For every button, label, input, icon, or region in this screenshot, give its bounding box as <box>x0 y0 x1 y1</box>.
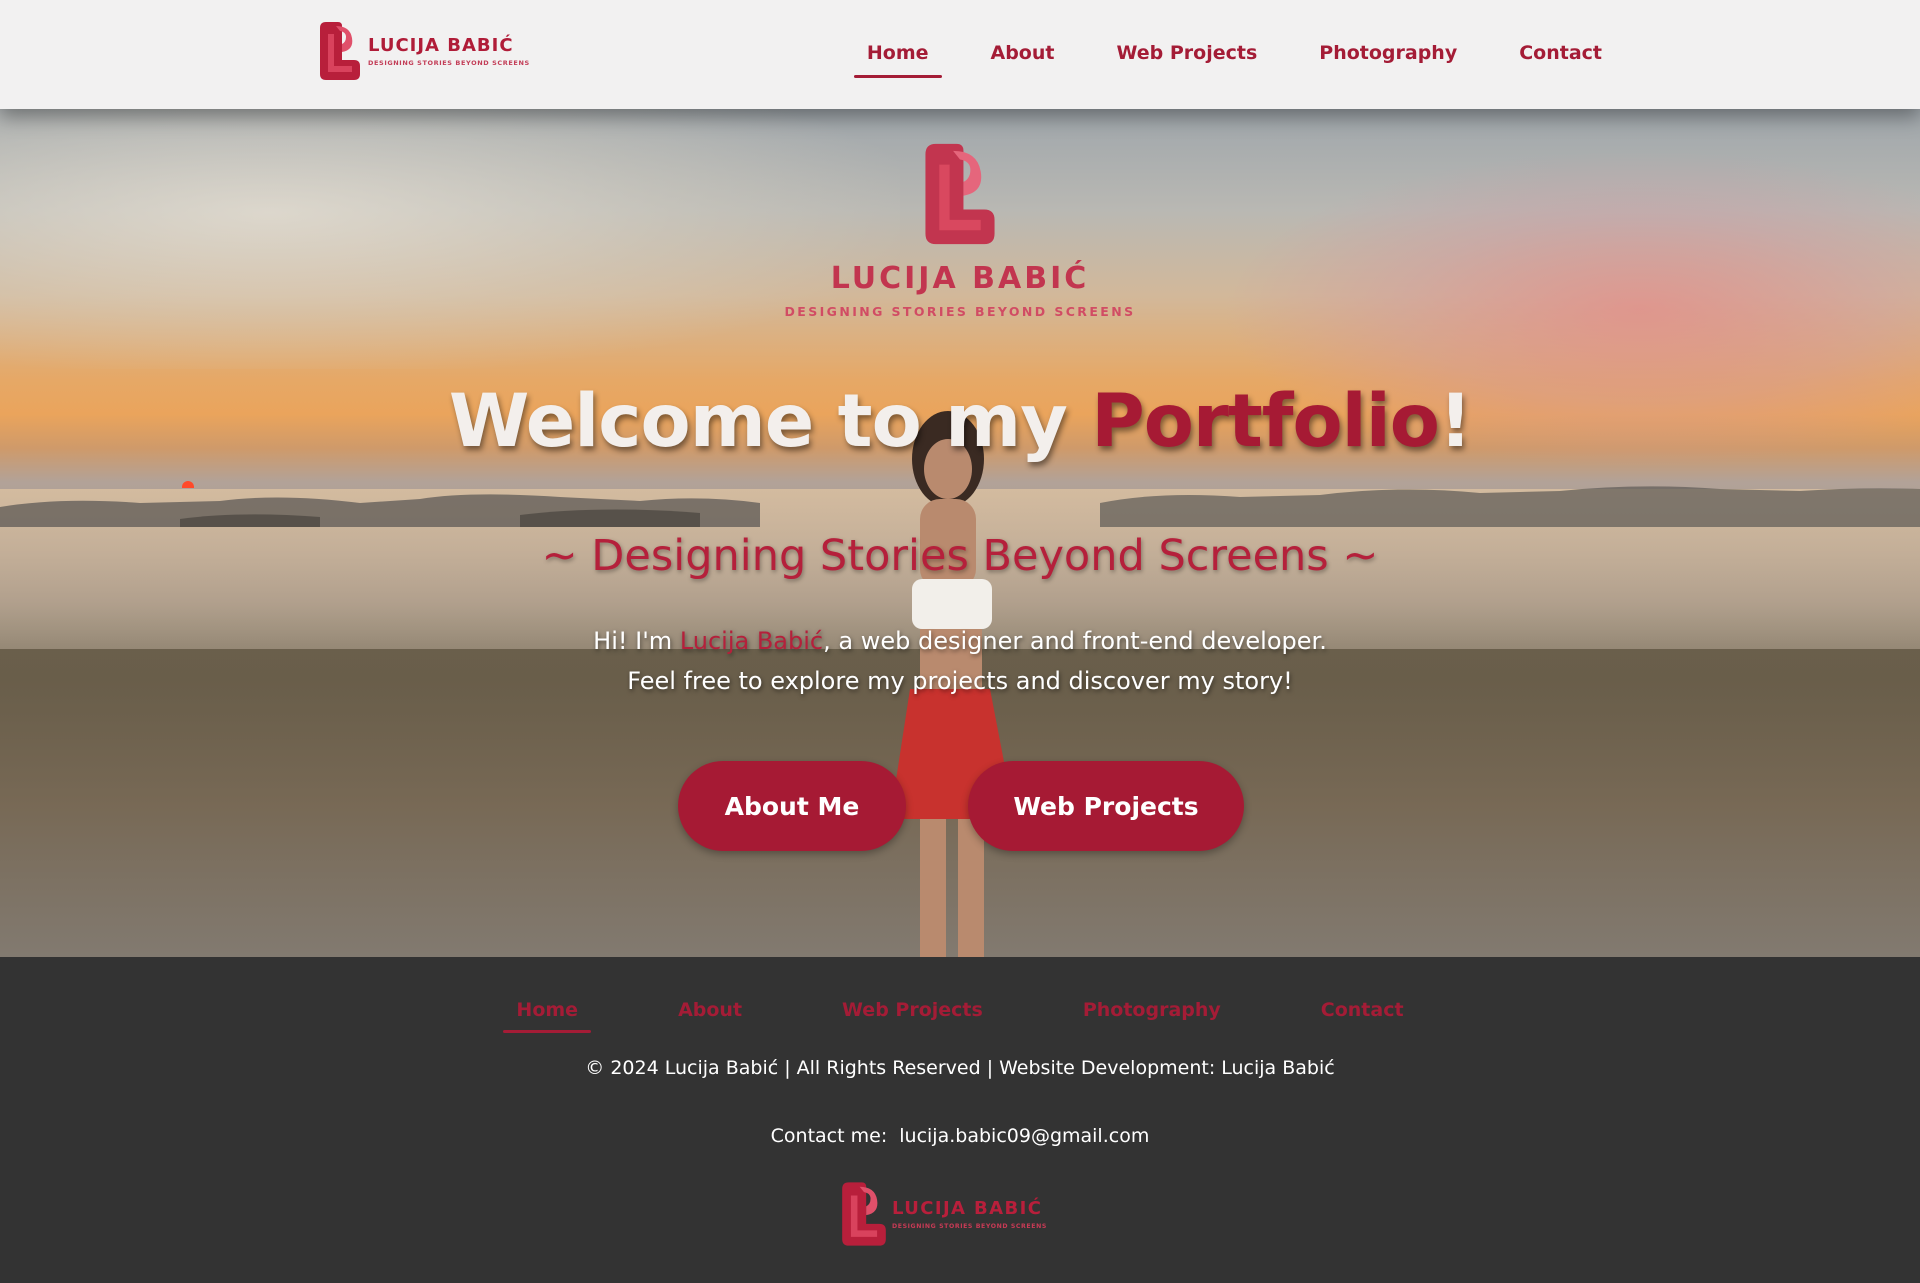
nav-about-link[interactable]: About <box>991 36 1055 72</box>
intro-name: Lucija Babić <box>679 627 824 655</box>
hero-subtitle: ~ Designing Stories Beyond Screens ~ <box>541 531 1379 581</box>
page: LUCIJA BABIĆ DESIGNING STORIES BEYOND SC… <box>0 0 1920 1283</box>
contact-label: Contact me: <box>770 1125 888 1147</box>
hero-title-end: ! <box>1438 379 1472 464</box>
contact-line: Contact me: lucija.babic09@gmail.com <box>0 1125 1920 1147</box>
footer-brand-name: LUCIJA BABIĆ <box>892 1197 1043 1219</box>
about-me-button[interactable]: About Me <box>678 761 906 851</box>
footer-nav-web-projects-link[interactable]: Web Projects <box>842 995 983 1025</box>
main-nav: Home About Web Projects Photography Cont… <box>853 36 1602 78</box>
nav-home-link[interactable]: Home <box>853 36 942 78</box>
copyright-text: © 2024 Lucija Babić | All Rights Reserve… <box>585 1057 1335 1079</box>
footer-brand-tagline: DESIGNING STORIES BEYOND SCREENS <box>892 1222 1047 1230</box>
lb-monogram-icon <box>925 143 995 245</box>
brand-name: LUCIJA BABIĆ <box>368 34 514 56</box>
hero-buttons: About Me Web Projects <box>678 761 1244 851</box>
header-logo[interactable]: LUCIJA BABIĆ DESIGNING STORIES BEYOND SC… <box>318 20 530 82</box>
hero-brand-name: LUCIJA BABIĆ <box>830 261 1090 296</box>
footer: Home About Web Projects Photography Cont… <box>0 957 1920 1283</box>
hero-title-text: Welcome to my <box>448 379 1092 464</box>
contact-email-link[interactable]: lucija.babic09@gmail.com <box>899 1125 1149 1147</box>
hero-brand-tagline: DESIGNING STORIES BEYOND SCREENS <box>784 304 1136 319</box>
web-projects-button[interactable]: Web Projects <box>968 761 1244 851</box>
intro-line2: Feel free to explore my projects and dis… <box>627 667 1293 695</box>
nav-photography-link[interactable]: Photography <box>1319 36 1457 72</box>
nav-web-projects-link[interactable]: Web Projects <box>1116 36 1257 72</box>
lb-monogram-icon <box>320 22 360 80</box>
brand-tagline: DESIGNING STORIES BEYOND SCREENS <box>368 58 530 67</box>
footer-nav-photography-link[interactable]: Photography <box>1083 995 1221 1025</box>
lb-monogram-icon <box>842 1182 886 1246</box>
hero-title: Welcome to my Portfolio! <box>0 379 1920 464</box>
footer-nav-about-link[interactable]: About <box>678 995 742 1025</box>
footer-nav-home-link[interactable]: Home <box>503 995 591 1033</box>
hero-logo: LUCIJA BABIĆ DESIGNING STORIES BEYOND SC… <box>0 139 1920 319</box>
footer-nav: Home About Web Projects Photography Cont… <box>0 995 1920 1033</box>
top-navbar: LUCIJA BABIĆ DESIGNING STORIES BEYOND SC… <box>0 0 1920 109</box>
hero-title-accent: Portfolio <box>1091 379 1440 464</box>
intro-suffix: , a web designer and front-end developer… <box>823 627 1327 655</box>
hero-intro: Hi! I'm Lucija Babić, a web designer and… <box>0 621 1920 701</box>
hero-section: LUCIJA BABIĆ DESIGNING STORIES BEYOND SC… <box>0 109 1920 957</box>
nav-contact-link[interactable]: Contact <box>1519 36 1602 72</box>
footer-nav-contact-link[interactable]: Contact <box>1321 995 1404 1025</box>
intro-prefix: Hi! I'm <box>593 627 680 655</box>
footer-logo[interactable]: LUCIJA BABIĆ DESIGNING STORIES BEYOND SC… <box>840 1179 1047 1249</box>
